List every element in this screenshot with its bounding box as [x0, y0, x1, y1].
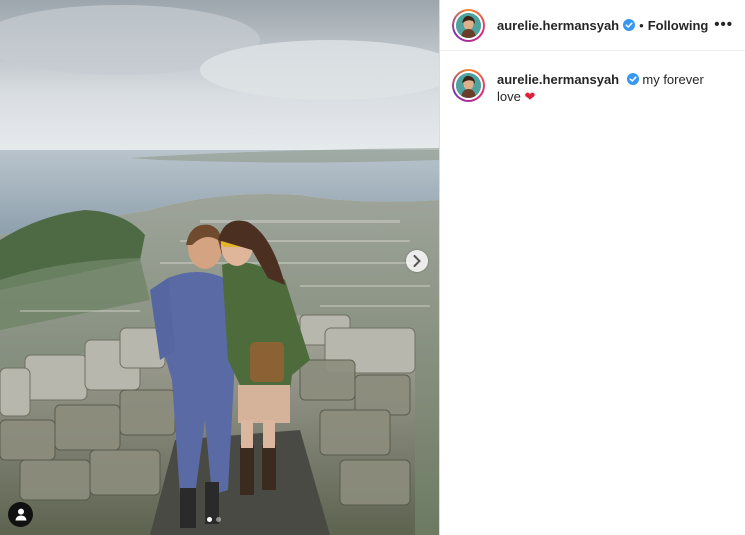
header-separator: •: [639, 17, 644, 33]
verified-badge-icon: [623, 19, 636, 31]
carousel-dot-1: [207, 517, 212, 522]
post-details-panel: aurelie.hermansyah • Following ••• aurel…: [439, 0, 745, 535]
caption-username[interactable]: aurelie.hermansyah: [497, 72, 619, 87]
next-slide-button[interactable]: [406, 250, 428, 272]
chevron-right-icon: [413, 255, 421, 267]
heart-emoji-icon: ❤: [524, 89, 536, 104]
user-tag-icon: [15, 508, 26, 521]
photo-scene: [0, 0, 439, 535]
following-button[interactable]: Following: [648, 18, 709, 33]
caption-text: aurelie.hermansyah my forever love ❤: [497, 71, 707, 105]
header-username[interactable]: aurelie.hermansyah: [497, 18, 619, 33]
carousel-dot-2: [216, 517, 221, 522]
post-photo[interactable]: [0, 0, 439, 535]
carousel-indicator: [207, 517, 221, 522]
caption: aurelie.hermansyah my forever love ❤: [440, 51, 745, 105]
avatar[interactable]: [452, 8, 485, 42]
caption-avatar[interactable]: [452, 69, 485, 102]
avatar-image: [456, 73, 481, 98]
post-header: aurelie.hermansyah • Following •••: [440, 0, 745, 51]
verified-badge-icon: [626, 73, 639, 85]
tagged-users-button[interactable]: [8, 502, 33, 527]
avatar-image: [456, 12, 481, 38]
more-options-icon[interactable]: •••: [714, 17, 733, 32]
